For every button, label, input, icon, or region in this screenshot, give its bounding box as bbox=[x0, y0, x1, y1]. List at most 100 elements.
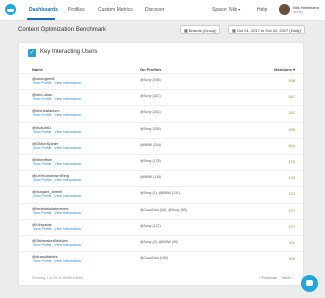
table-row: @leonbaldnism View Profile View Interactio… bbox=[19, 105, 303, 122]
view-interactions-link[interactable]: View Interactions bbox=[54, 113, 81, 117]
key-interacting-users-card: ✓ Key Interacting Users Name On Profiles… bbox=[18, 42, 304, 286]
page-title: Content Optimization Benchmark bbox=[18, 27, 107, 33]
view-interactions-link[interactable]: View Interactions bbox=[54, 162, 81, 166]
logo-icon[interactable] bbox=[5, 4, 16, 15]
on-profiles-cell: @CocaCola (94), @Sony (63) bbox=[140, 207, 187, 212]
help-link[interactable]: Help bbox=[257, 7, 267, 13]
view-profile-link[interactable]: View Profile bbox=[33, 243, 51, 247]
table-row: @LetHumanismRing View Profile View Interac… bbox=[19, 170, 303, 187]
view-interactions-link[interactable]: View Interactions bbox=[54, 243, 81, 247]
table-info: Showing 1 to 25 of 49496 entries bbox=[32, 276, 84, 280]
row-links: View Profile View Interactions bbox=[33, 211, 84, 215]
nav-dashboards[interactable]: Dashboards bbox=[29, 7, 58, 13]
view-profile-link[interactable]: View Profile bbox=[33, 259, 51, 263]
chat-icon[interactable] bbox=[301, 275, 318, 292]
row-links: View Profile View Interactions bbox=[33, 97, 84, 101]
column-header-mentions[interactable]: Mentions ▾ bbox=[274, 67, 295, 72]
on-profiles-cell: @BMW (134) bbox=[140, 175, 162, 180]
view-profile-link[interactable]: View Profile bbox=[33, 130, 51, 134]
mentions-cell: 132 bbox=[288, 191, 295, 197]
view-profile-link[interactable]: View Profile bbox=[33, 97, 51, 101]
on-profiles-cell: @Sony (347) bbox=[140, 94, 161, 99]
view-profile-link[interactable]: View Profile bbox=[33, 194, 51, 198]
view-profile-link[interactable]: View Profile bbox=[33, 211, 51, 215]
mentions-cell: 178 bbox=[288, 159, 295, 164]
on-profiles-cell: @Sony (208) bbox=[140, 78, 161, 82]
view-interactions-link[interactable]: View Interactions bbox=[54, 227, 81, 231]
card-title: Key Interacting Users bbox=[40, 49, 98, 55]
user-org: quintly bbox=[293, 10, 304, 14]
row-links: View Profile View Interactions bbox=[33, 178, 84, 182]
nav-discover[interactable]: Discover bbox=[145, 7, 164, 13]
on-profiles-cell: @Sony (2), @BMW (99) bbox=[140, 240, 179, 244]
column-header-name[interactable]: Name bbox=[32, 67, 43, 72]
sort-desc-icon: ▾ bbox=[292, 67, 295, 72]
nav-custom-metrics[interactable]: Custom Metrics bbox=[98, 7, 133, 13]
view-interactions-link[interactable]: View Interactions bbox=[54, 259, 81, 263]
mentions-cell: 134 bbox=[288, 175, 295, 181]
mentions-cell: 101 bbox=[288, 240, 295, 245]
view-profile-link[interactable]: View Profile bbox=[33, 162, 51, 166]
view-interactions-link[interactable]: View Interactions bbox=[54, 146, 81, 150]
on-profiles-cell: @Sony (205) bbox=[140, 126, 161, 131]
view-interactions-link[interactable]: View Interactions bbox=[54, 81, 81, 85]
view-interactions-link[interactable]: View Interactions bbox=[54, 194, 81, 198]
table-row: @ninLuban View Profile View Interactions @S… bbox=[19, 89, 303, 106]
row-links: View Profile View Interactions bbox=[33, 194, 84, 198]
nav-profiles[interactable]: Profiles bbox=[68, 7, 85, 13]
view-interactions-link[interactable]: View Interactions bbox=[54, 97, 81, 101]
row-links: View Profile View Interactions bbox=[33, 113, 84, 117]
row-links: View Profile View Interactions bbox=[33, 243, 84, 247]
space-selector[interactable]: Space: Nils▾ bbox=[212, 7, 240, 13]
table-row: @drasultdeles View Profile View Interactio… bbox=[19, 251, 303, 268]
mentions-cell: 204 bbox=[288, 142, 295, 148]
table-row: @leteeffice View Profile View Interactions… bbox=[19, 154, 303, 171]
row-links: View Profile View Interactions bbox=[33, 259, 84, 263]
mentions-cell: 100 bbox=[288, 256, 295, 262]
view-profile-link[interactable]: View Profile bbox=[33, 81, 51, 85]
avatar[interactable] bbox=[279, 4, 290, 15]
mentions-cell: 205 bbox=[288, 126, 295, 132]
previous-page-button[interactable]: ‹ Previous bbox=[259, 275, 277, 280]
mentions-header-label: Mentions bbox=[274, 67, 292, 72]
row-links: View Profile View Interactions bbox=[33, 162, 84, 166]
group-selector-label: Brands (Group) bbox=[188, 28, 217, 33]
twitter-icon: ✓ bbox=[28, 49, 36, 57]
table-row: @marjani_ahmni View Profile View Interacti… bbox=[19, 186, 303, 203]
nav-active-indicator bbox=[27, 18, 55, 20]
on-profiles-cell: @CocaCola (100) bbox=[140, 256, 169, 261]
next-page-button[interactable]: Next › bbox=[282, 275, 293, 280]
mentions-cell: 347 bbox=[288, 94, 295, 100]
space-label: Space: Nils bbox=[212, 7, 238, 13]
date-range-label: Oct 01, 2017 to Oct 31, 2017 (Daily) bbox=[236, 28, 301, 33]
view-profile-link[interactable]: View Profile bbox=[33, 178, 51, 182]
on-profiles-cell: @BMW (204) bbox=[140, 142, 162, 147]
top-nav: Dashboards Profiles Custom Metrics Disco… bbox=[0, 0, 325, 21]
table-row: @hetehelwieterenes View Profile View Inter… bbox=[19, 202, 303, 220]
on-profiles-cell: @Sony (1), @BMW (131) bbox=[140, 191, 180, 196]
group-selector-button[interactable]: ▦ Brands (Group) bbox=[180, 25, 221, 34]
on-profiles-cell: @Sony (178) bbox=[140, 159, 161, 163]
table-row: @changemit View Profile View Interactions @… bbox=[19, 73, 303, 90]
view-interactions-link[interactable]: View Interactions bbox=[54, 211, 81, 215]
chevron-down-icon: ▾ bbox=[238, 7, 241, 12]
table-row: @Virtuable View Profile View Interactions @… bbox=[19, 218, 303, 236]
view-interactions-link[interactable]: View Interactions bbox=[54, 178, 81, 182]
row-links: View Profile View Interactions bbox=[33, 130, 84, 134]
date-range-button[interactable]: ▦ Oct 01, 2017 to Oct 31, 2017 (Daily) bbox=[228, 25, 305, 34]
mentions-cell: 241 bbox=[288, 110, 295, 116]
table-row: @DMonSpider View Profile View Interactions… bbox=[19, 137, 303, 155]
mentions-cell: 127 bbox=[288, 223, 295, 229]
mentions-cell: 208 bbox=[288, 78, 295, 83]
row-links: View Profile View Interactions bbox=[33, 146, 84, 150]
row-links: View Profile View Interactions bbox=[33, 81, 84, 85]
column-header-profiles[interactable]: On Profiles bbox=[140, 67, 161, 72]
on-profiles-cell: @Sony (127) bbox=[140, 223, 161, 228]
table-row: @dvauh61 View Profile View Interactions @So… bbox=[19, 121, 303, 139]
view-profile-link[interactable]: View Profile bbox=[33, 146, 51, 150]
view-interactions-link[interactable]: View Interactions bbox=[54, 130, 81, 134]
mentions-cell: 127 bbox=[288, 207, 295, 213]
row-links: View Profile View Interactions bbox=[33, 227, 84, 231]
view-profile-link[interactable]: View Profile bbox=[33, 113, 51, 117]
view-profile-link[interactable]: View Profile bbox=[33, 227, 51, 231]
